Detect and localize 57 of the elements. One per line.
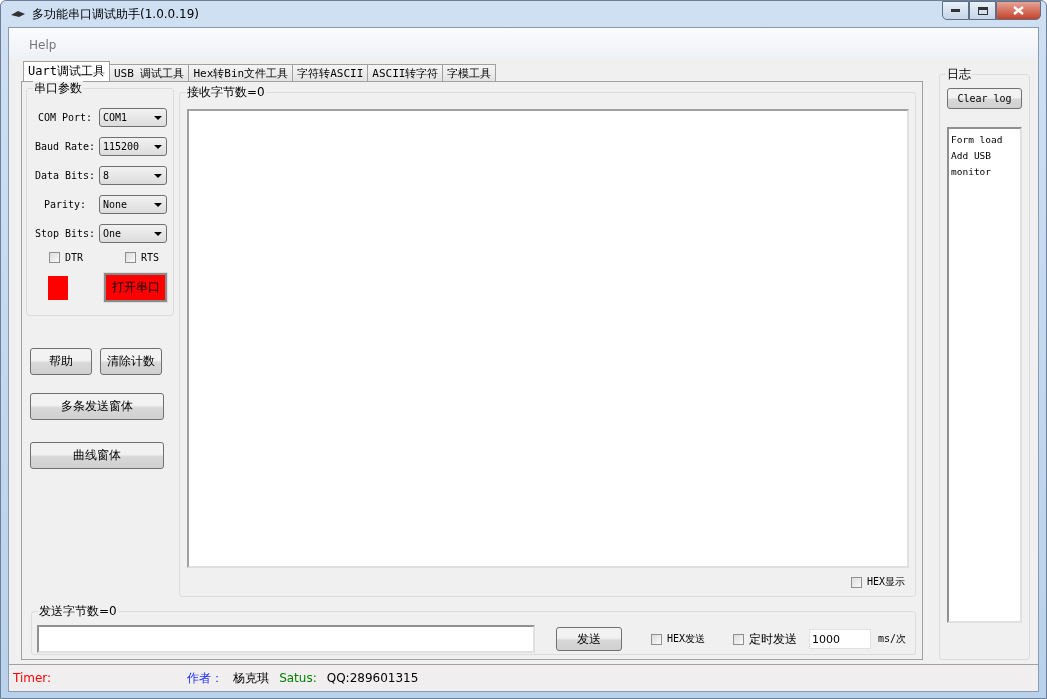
checkbox[interactable]: HEX发送 [651,632,706,646]
author-label: 作者： [187,669,224,687]
group-title: 发送字节数=0 [38,604,118,618]
checkbox[interactable]: DTR [49,252,84,263]
tab[interactable]: USB 调试工具 [108,64,190,81]
maximize-icon [977,6,988,15]
window-title: 多功能串口调试助手(1.0.0.19) [32,5,199,23]
clear-count-button[interactable]: 清除计数 [100,348,162,375]
status-text: QQ:289601315 [326,671,419,685]
log-line: monitor [951,165,993,179]
dropdown[interactable]: One [99,224,167,243]
tab[interactable]: Uart调试工具 [23,61,110,81]
log-line: Add USB [951,149,993,163]
log-line: Form load [951,133,1004,147]
tab[interactable]: Hex转Bin文件工具 [188,64,294,81]
timer-label: Timer: [13,671,52,685]
tab[interactable]: ASCII转字符 [367,64,444,81]
send-input-field[interactable] [37,625,535,653]
curve-window-button[interactable]: 曲线窗体 [30,442,164,469]
dropdown-arrow-icon [154,144,162,149]
dropdown[interactable]: 8 [99,166,167,185]
help-button[interactable]: 帮助 [30,348,92,375]
author-name: 杨克琪 [233,669,270,687]
field-label: Baud Rate: [33,141,97,152]
close-icon [1013,6,1024,15]
maximize-button[interactable] [969,1,996,20]
close-button[interactable] [996,1,1041,20]
checkbox[interactable]: HEX显示 [850,575,905,589]
group-title: 接收字节数=0 [186,85,266,99]
app-icon [10,9,26,19]
field-label: Parity: [42,199,88,210]
field-label: COM Port: [36,112,94,123]
checkbox[interactable]: 定时发送 [733,630,798,648]
send-button[interactable]: 发送 [556,627,622,651]
open-port-button[interactable]: 打开串口 [104,273,167,302]
minimize-button[interactable] [942,1,969,20]
dropdown-arrow-icon [154,202,162,207]
unit-label: ms/次 [878,632,907,646]
dropdown-arrow-icon [154,115,162,120]
tab[interactable]: 字符转ASCII [292,64,369,81]
checkbox[interactable]: RTS [124,252,159,263]
clear-log-button[interactable]: Clear log [947,88,1022,109]
status-label: Satus: [279,671,317,685]
menu-item[interactable]: Help [29,34,57,52]
tab[interactable]: 字模工具 [442,64,497,81]
dropdown[interactable]: None [99,195,167,214]
dropdown[interactable]: COM1 [99,108,167,127]
interval-field[interactable]: 1000 [809,629,872,649]
multi-send-button[interactable]: 多条发送窗体 [30,393,164,420]
field-label: Stop Bits: [33,228,97,239]
dropdown[interactable]: 115200 [99,137,167,156]
dropdown-arrow-icon [154,231,162,236]
group-title: 串口参数 [33,81,83,95]
dropdown-arrow-icon [154,173,162,178]
minimize-icon [951,9,960,12]
group-title: 日志 [946,67,972,81]
field-label: Data Bits: [33,170,97,181]
